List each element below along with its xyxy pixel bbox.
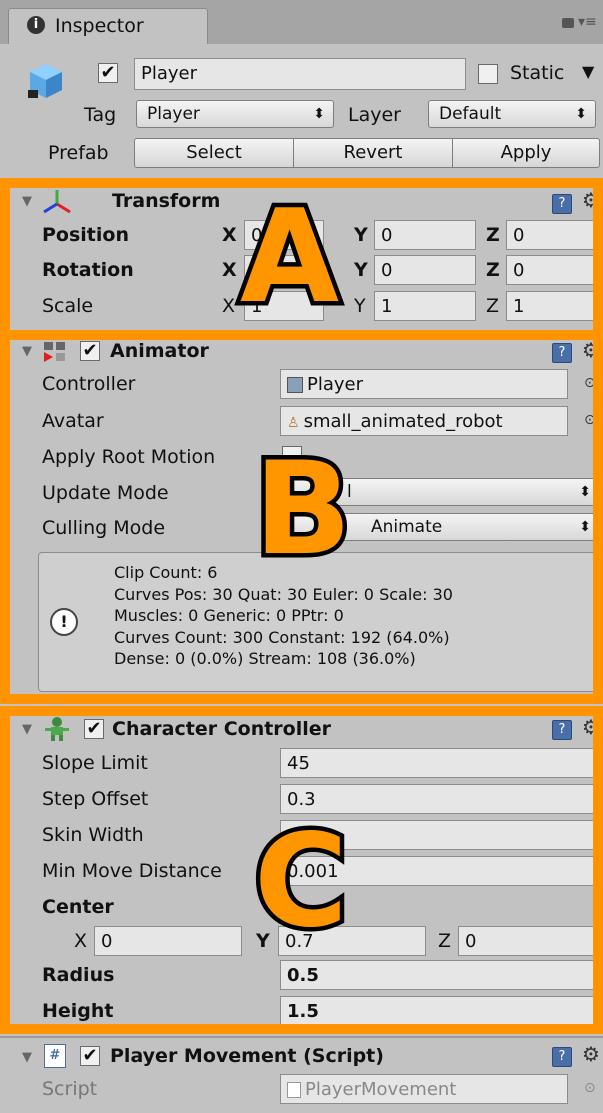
tab-title: Inspector — [55, 15, 144, 37]
static-checkbox[interactable] — [478, 64, 498, 84]
script-icon: # — [44, 1044, 66, 1068]
foldout-icon[interactable]: ▼ — [22, 1050, 32, 1065]
name-field[interactable]: Player — [134, 58, 466, 90]
script-field: PlayerMovement — [280, 1074, 568, 1104]
help-icon[interactable]: ? — [552, 1047, 572, 1067]
script-enabled-checkbox[interactable]: ✔ — [80, 1046, 100, 1066]
tag-dropdown[interactable]: Player ⬍ — [136, 100, 334, 128]
dropdown-arrow-icon: ⬍ — [313, 106, 325, 122]
tab-inspector[interactable]: i Inspector — [8, 8, 208, 44]
layer-value: Default — [439, 104, 502, 124]
gear-icon[interactable]: ⚙ — [582, 1042, 600, 1066]
callout-letter-b: B — [250, 435, 357, 584]
static-label: Static — [510, 62, 565, 84]
lock-icon[interactable] — [562, 18, 574, 28]
select-button[interactable]: Select — [134, 138, 294, 168]
script-file-icon — [287, 1082, 301, 1098]
gameobject-icon — [26, 60, 66, 100]
object-picker-icon[interactable]: ⊙ — [584, 1080, 596, 1096]
layer-dropdown[interactable]: Default ⬍ — [428, 100, 596, 128]
dropdown-arrow-icon: ⬍ — [575, 106, 587, 122]
revert-button[interactable]: Revert — [293, 138, 453, 168]
menu-icon[interactable]: ▾≡ — [578, 14, 597, 30]
tag-value: Player — [147, 104, 200, 124]
script-value: PlayerMovement — [305, 1079, 457, 1100]
script-label: Script — [42, 1078, 98, 1100]
apply-button[interactable]: Apply — [452, 138, 600, 168]
info-icon: i — [27, 16, 45, 34]
callout-letter-a: A — [235, 183, 343, 332]
static-dropdown-icon[interactable]: ▼ — [582, 62, 594, 81]
script-title: Player Movement (Script) — [110, 1045, 384, 1067]
divider — [0, 1036, 603, 1038]
tag-label: Tag — [84, 104, 117, 126]
active-checkbox[interactable]: ✔ — [98, 63, 118, 83]
prefab-label: Prefab — [48, 142, 109, 164]
layer-label: Layer — [348, 104, 401, 126]
callout-letter-c: C — [250, 807, 353, 956]
